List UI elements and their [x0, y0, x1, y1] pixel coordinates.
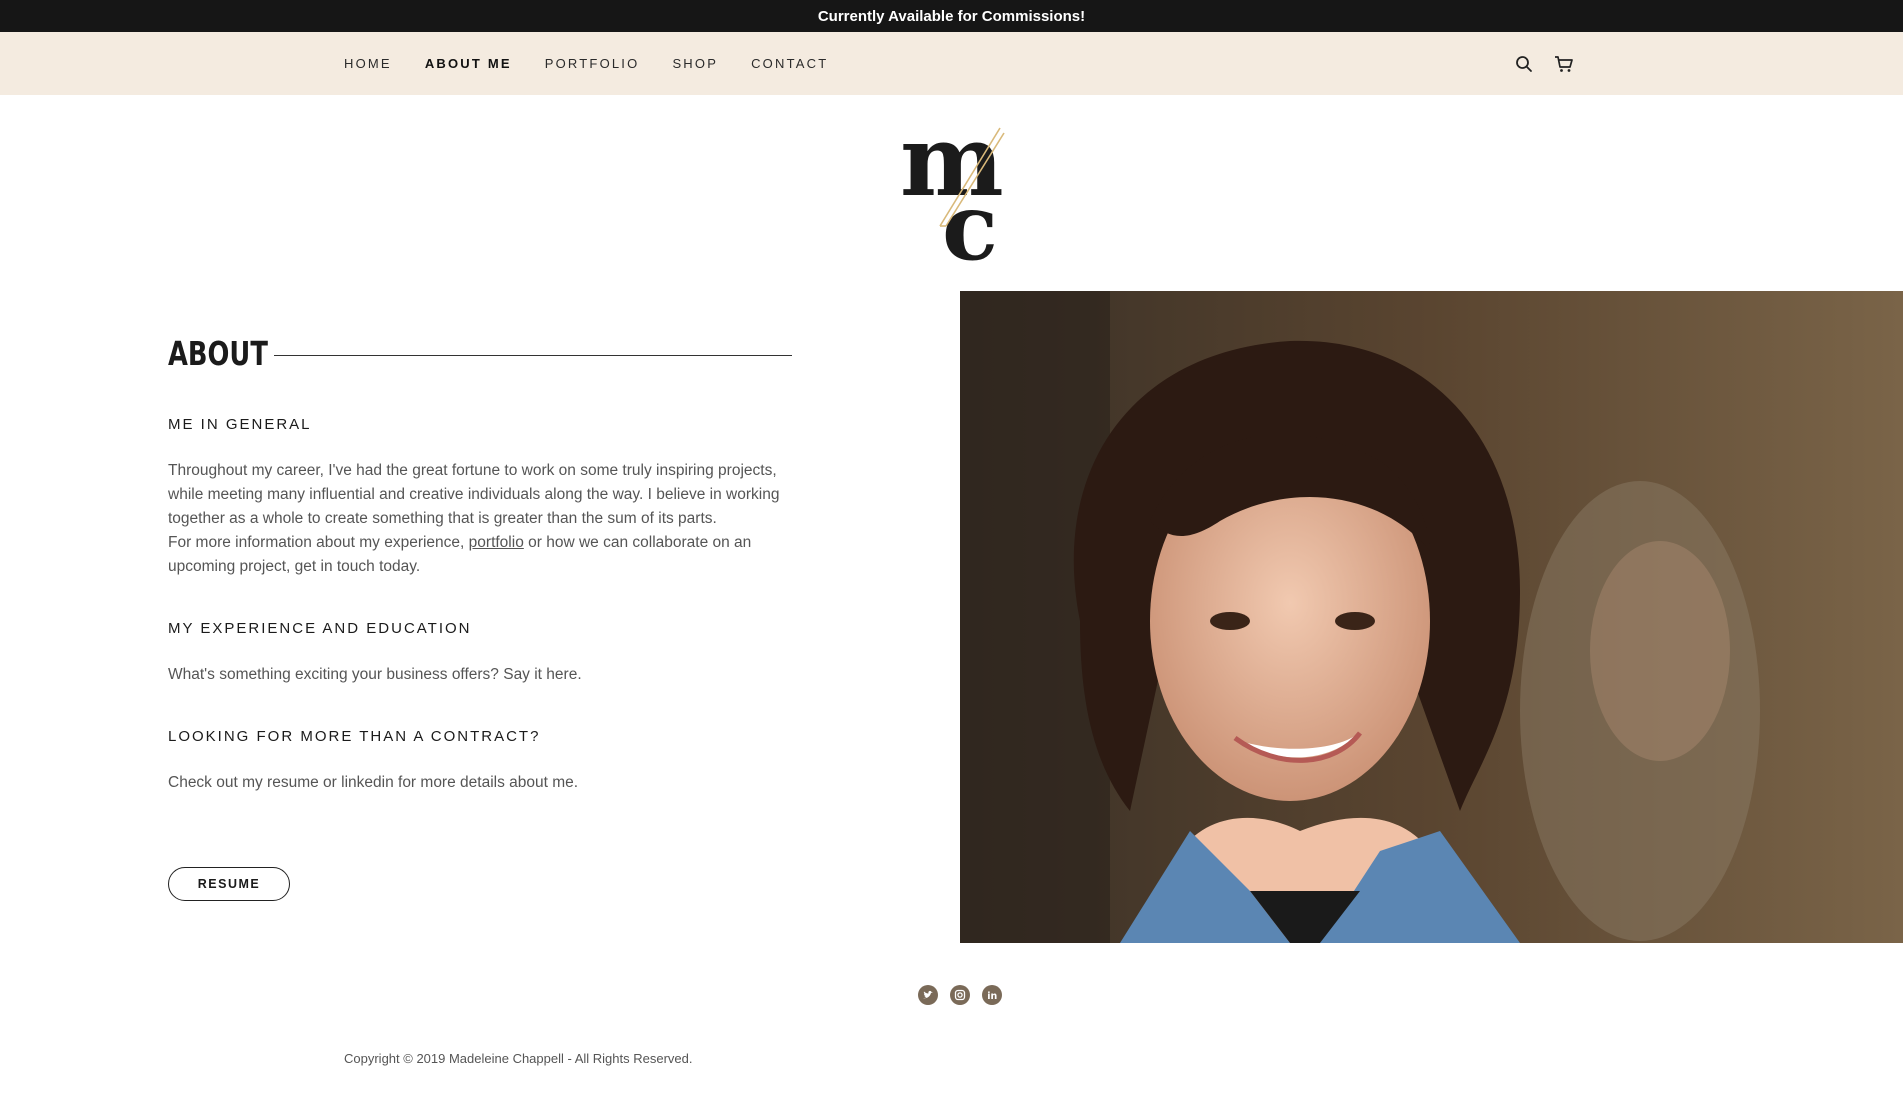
search-icon[interactable]: [1513, 53, 1535, 75]
social-links: in: [918, 985, 1002, 1005]
linkedin-icon[interactable]: in: [982, 985, 1002, 1005]
general-text: Throughout my career, I've had the great…: [168, 459, 788, 579]
announcement-text: Currently Available for Commissions!: [817, 7, 1086, 25]
section-title-contract: LOOKING FOR MORE THAN A CONTRACT?: [168, 728, 541, 745]
nav-icons: [1513, 32, 1575, 95]
general-more-before: For more information about my experience…: [168, 534, 469, 551]
instagram-icon[interactable]: [950, 985, 970, 1005]
logo[interactable]: m c: [900, 104, 1022, 281]
svg-text:in: in: [987, 991, 997, 1001]
contract-text: Check out my resume or linkedin for more…: [168, 774, 579, 791]
nav-portfolio[interactable]: PORTFOLIO: [545, 56, 640, 71]
general-paragraph: Throughout my career, I've had the great…: [168, 462, 780, 527]
section-title-experience: MY EXPERIENCE AND EDUCATION: [168, 620, 472, 637]
nav-about-me[interactable]: ABOUT ME: [425, 56, 512, 71]
announcement-bar: Currently Available for Commissions!: [0, 0, 1903, 32]
twitter-icon[interactable]: [918, 985, 938, 1005]
about-heading-row: ABOUT: [168, 330, 792, 376]
nav-links: HOME ABOUT ME PORTFOLIO SHOP CONTACT: [344, 32, 828, 95]
section-title-general: ME IN GENERAL: [168, 416, 312, 433]
portrait-photo: [960, 291, 1903, 943]
resume-button[interactable]: RESUME: [168, 867, 290, 901]
heading-divider: [274, 354, 792, 356]
nav-shop[interactable]: SHOP: [672, 56, 718, 71]
cart-icon[interactable]: [1553, 53, 1575, 75]
nav-contact[interactable]: CONTACT: [751, 56, 828, 71]
experience-text: What's something exciting your business …: [168, 666, 582, 683]
copyright-text: Copyright © 2019 Madeleine Chappell - Al…: [344, 1051, 693, 1066]
portfolio-link[interactable]: portfolio: [469, 534, 524, 551]
nav-bar: HOME ABOUT ME PORTFOLIO SHOP CONTACT: [0, 32, 1903, 95]
nav-home[interactable]: HOME: [344, 56, 392, 71]
about-heading: ABOUT: [168, 333, 268, 373]
